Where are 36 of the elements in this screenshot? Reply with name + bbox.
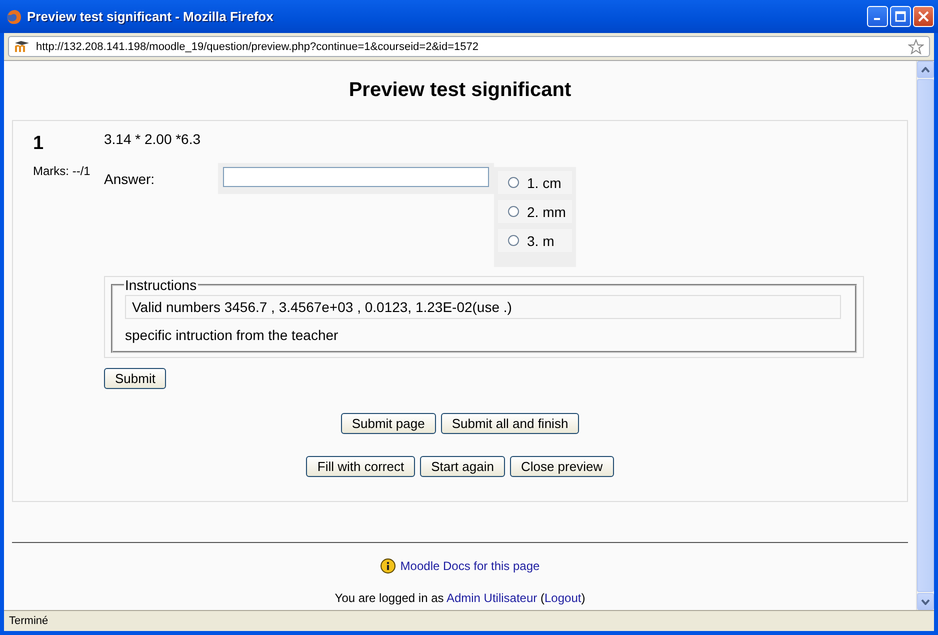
- scroll-up-button[interactable]: [917, 61, 934, 78]
- marks-label: Marks: --/1: [33, 164, 90, 178]
- star-icon[interactable]: [908, 38, 924, 54]
- answer-label: Answer:: [104, 171, 155, 187]
- submit-page-button[interactable]: Submit page: [340, 413, 436, 434]
- logout-link[interactable]: Logout: [544, 591, 582, 605]
- scrollbar-thumb[interactable]: [917, 79, 934, 592]
- maximize-icon: [895, 11, 906, 22]
- page-title: Preview test significant: [348, 79, 572, 102]
- question-number: 1: [33, 133, 44, 155]
- preview-button[interactable]: Close preview: [510, 456, 614, 477]
- docs-link[interactable]: Moodle Docs for this page: [400, 559, 540, 573]
- instructions-text: specific intruction from the teacher: [125, 327, 338, 343]
- submit-page-button[interactable]: Submit all and finish: [440, 413, 580, 434]
- radio-button[interactable]: [508, 235, 519, 246]
- scroll-down-button[interactable]: [917, 593, 934, 610]
- close-button[interactable]: [913, 6, 934, 27]
- question-text: 3.14 * 2.00 *6.3: [104, 131, 201, 147]
- info-icon: [380, 558, 396, 574]
- instructions-hint: Valid numbers 3456.7 , 3.4567e+03 , 0.0123, 1.23E-02(use .): [125, 295, 841, 319]
- status-text: Terminé: [9, 615, 48, 627]
- radio-button[interactable]: [508, 177, 519, 188]
- login-info: You are logged in as Admin Utilisateur (Logout): [334, 591, 586, 605]
- preview-button[interactable]: Fill with correct: [306, 456, 416, 477]
- site-icon: [14, 40, 30, 52]
- minimize-button[interactable]: [867, 6, 888, 27]
- submit-button[interactable]: Submit: [104, 368, 166, 389]
- answer-field[interactable]: [223, 167, 489, 187]
- window-title: Preview test significant - Mozilla Firefox: [27, 9, 274, 24]
- maximize-button[interactable]: [890, 6, 911, 27]
- user-link[interactable]: Admin Utilisateur: [446, 591, 538, 605]
- close-icon: [918, 11, 929, 22]
- firefox-icon: [6, 8, 22, 24]
- preview-button[interactable]: Start again: [420, 456, 505, 477]
- instructions-legend: Instructions: [124, 277, 198, 293]
- radio-button[interactable]: [508, 206, 519, 217]
